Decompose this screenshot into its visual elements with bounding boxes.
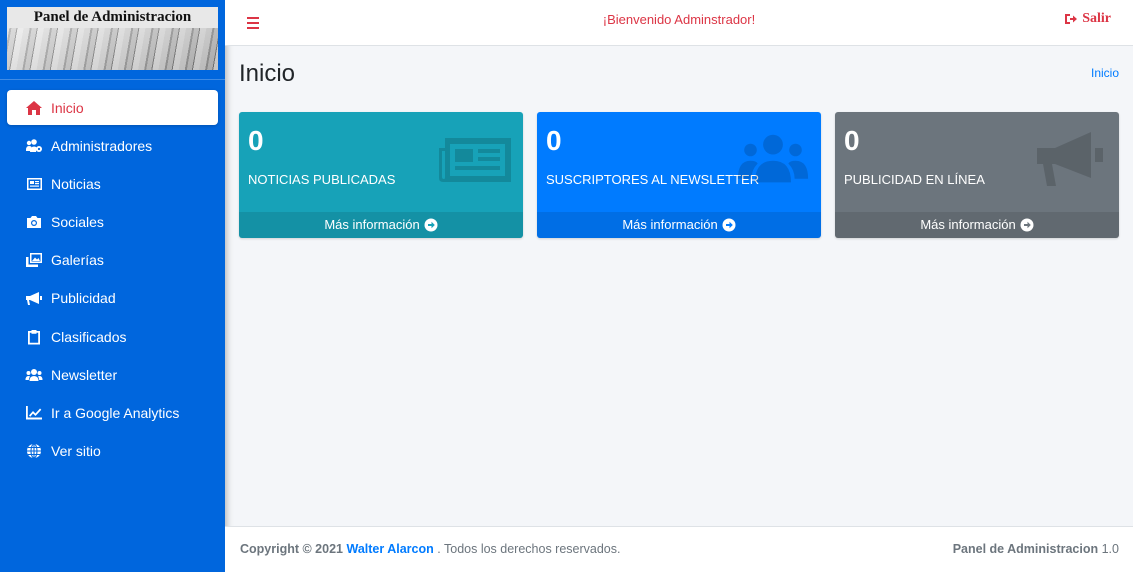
brand-newspaper-image	[7, 28, 218, 70]
page-footer: Copyright © 2021 Walter Alarcon . Todos …	[225, 526, 1133, 572]
sidebar-item-ver-sitio[interactable]: Ver sitio	[7, 434, 218, 469]
brand-title: Panel de Administracion	[7, 7, 218, 28]
sidebar-item-label: Ver sitio	[51, 443, 101, 460]
sidebar-item-google-analytics[interactable]: Ir a Google Analytics	[7, 396, 218, 431]
page-title: Inicio	[239, 60, 296, 87]
users-icon	[24, 367, 44, 383]
more-info-label: Más información	[622, 217, 718, 232]
images-icon	[24, 252, 44, 268]
sidebar-divider	[0, 79, 225, 80]
bullhorn-icon	[24, 290, 44, 306]
copyright-text: Copyright © 2021 Walter Alarcon . Todos …	[240, 542, 620, 556]
breadcrumb-inicio[interactable]: Inicio	[1091, 66, 1119, 80]
box-label: PUBLICIDAD EN LÍNEA	[844, 172, 985, 187]
box-count: 0	[248, 125, 264, 156]
bullhorn-icon	[1035, 130, 1107, 188]
newspaper-icon	[439, 130, 511, 188]
sidebar-item-noticias[interactable]: Noticias	[7, 166, 218, 201]
clipboard-icon	[24, 329, 44, 345]
sidebar-nav: Inicio Administradores Noticias Sociales…	[7, 90, 218, 472]
sidebar: Panel de Administracion Inicio Administr…	[0, 0, 225, 572]
logout-label: Salir	[1082, 11, 1111, 26]
more-info-label: Más información	[920, 217, 1016, 232]
welcome-message: ¡Bienvenido Adminstrador!	[602, 12, 756, 27]
users-icon	[737, 130, 809, 188]
sidebar-item-label: Clasificados	[51, 328, 127, 345]
arrow-circle-right-icon	[722, 218, 736, 232]
version-number: 1.0	[1101, 542, 1119, 556]
sidebar-item-label: Ir a Google Analytics	[51, 405, 180, 421]
more-info-link[interactable]: Más información	[835, 212, 1119, 238]
camera-icon	[24, 214, 44, 230]
sign-out-icon	[1065, 14, 1078, 24]
sidebar-item-label: Newsletter	[51, 366, 118, 383]
sidebar-item-label: Noticias	[51, 175, 101, 192]
sidebar-item-label: Galerías	[51, 252, 104, 269]
app-name: Panel de Administracion	[952, 542, 1099, 556]
sidebar-item-administradores[interactable]: Administradores	[7, 128, 218, 163]
home-icon	[24, 100, 44, 116]
sidebar-item-label: Sociales	[51, 214, 104, 231]
top-navbar: ¡Bienvenido Adminstrador! Salir	[225, 0, 1133, 46]
copyright-label: Copyright © 2021	[240, 542, 343, 556]
app-version: Panel de Administracion 1.0	[953, 542, 1119, 556]
brand-logo[interactable]: Panel de Administracion	[7, 7, 218, 70]
sidebar-item-clasificados[interactable]: Clasificados	[7, 319, 218, 354]
box-label: NOTICIAS PUBLICADAS	[248, 172, 396, 187]
globe-icon	[24, 443, 44, 459]
box-label: SUSCRIPTORES AL NEWSLETTER	[546, 172, 760, 187]
sidebar-item-newsletter[interactable]: Newsletter	[7, 357, 218, 392]
arrow-circle-right-icon	[1020, 218, 1034, 232]
sidebar-item-galerias[interactable]: Galerías	[7, 243, 218, 278]
rights-text: . Todos los derechos reservados.	[437, 542, 621, 556]
small-box-noticias: 0 NOTICIAS PUBLICADAS Más información	[239, 112, 523, 238]
box-count: 0	[844, 125, 860, 156]
more-info-link[interactable]: Más información	[239, 212, 523, 238]
small-box-newsletter: 0 SUSCRIPTORES AL NEWSLETTER Más informa…	[537, 112, 821, 238]
newspaper-icon	[24, 176, 44, 192]
users-cog-icon	[24, 138, 44, 154]
sidebar-item-sociales[interactable]: Sociales	[7, 205, 218, 240]
more-info-link[interactable]: Más información	[537, 212, 821, 238]
logout-button[interactable]: Salir	[1064, 11, 1111, 27]
small-box-publicidad: 0 PUBLICIDAD EN LÍNEA Más información	[835, 112, 1119, 238]
hamburger-menu-icon[interactable]	[245, 13, 261, 33]
sidebar-item-inicio[interactable]: Inicio	[7, 90, 218, 125]
author-link[interactable]: Walter Alarcon	[346, 542, 433, 556]
sidebar-item-publicidad[interactable]: Publicidad	[7, 281, 218, 316]
box-count: 0	[546, 125, 562, 156]
chart-line-icon	[24, 405, 44, 421]
sidebar-item-label: Administradores	[51, 137, 153, 154]
more-info-label: Más información	[324, 217, 420, 232]
sidebar-item-label: Publicidad	[51, 290, 116, 307]
arrow-circle-right-icon	[424, 218, 438, 232]
sidebar-item-label: Inicio	[51, 99, 84, 116]
